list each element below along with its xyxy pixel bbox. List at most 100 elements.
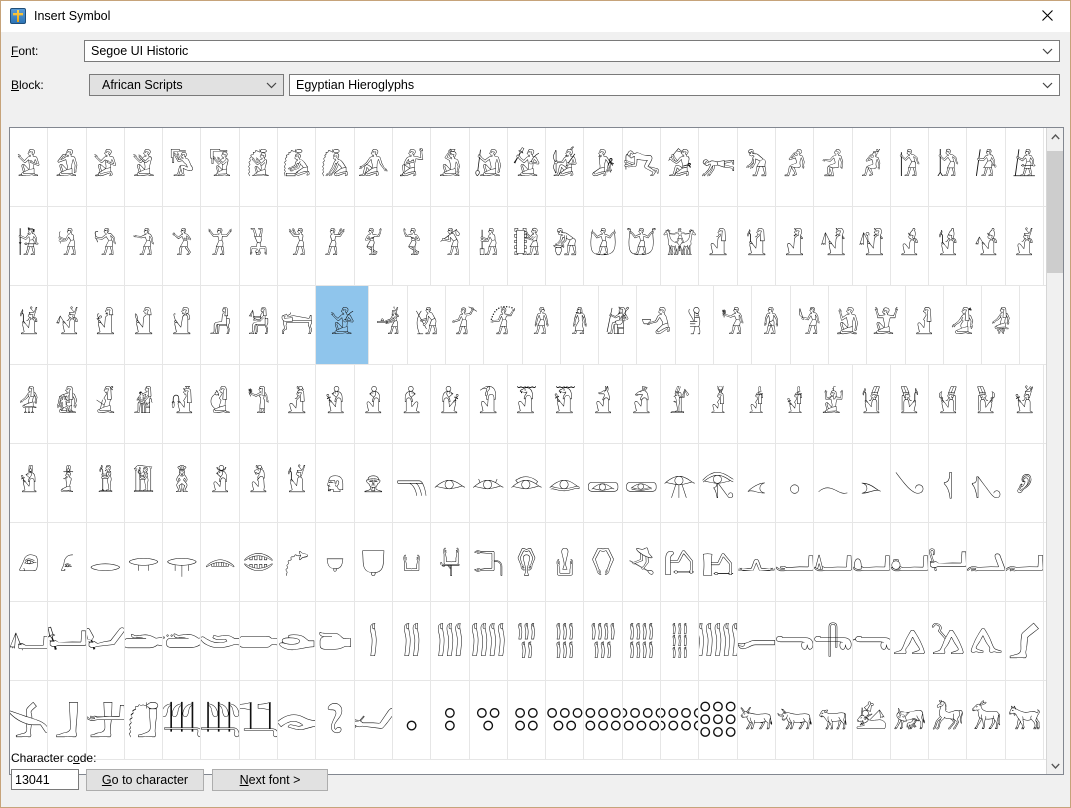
symbol-cell[interactable]: 𓀞 — [125, 207, 163, 285]
symbol-cell[interactable]: 𓀓 — [738, 128, 776, 206]
symbol-cell[interactable]: 𓀆 — [240, 128, 278, 206]
symbol-cell[interactable]: 𓂚 — [661, 523, 699, 601]
symbol-cell[interactable]: 𓀚 — [1006, 128, 1044, 206]
symbol-cell[interactable]: 𓁤 — [661, 365, 699, 443]
symbol-cell[interactable]: 𓂵 — [661, 602, 699, 680]
symbol-cell[interactable]: 𓀺 — [163, 286, 201, 364]
symbol-cell[interactable]: 𓂋 — [87, 523, 125, 601]
symbol-cell[interactable]: 𓀪 — [584, 207, 622, 285]
symbol-cell[interactable]: 𓂓 — [393, 523, 431, 601]
symbol-cell[interactable]: 𓁑 — [944, 286, 982, 364]
symbol-cell[interactable]: 𓀡 — [240, 207, 278, 285]
symbol-cell[interactable]: 𓁡 — [546, 365, 584, 443]
symbol-cell[interactable]: 𓀶 — [10, 286, 48, 364]
symbol-cell[interactable]: 𓀫 — [623, 207, 661, 285]
symbol-cell[interactable]: 𓁞 — [431, 365, 469, 443]
symbol-cell[interactable]: 𓂍 — [163, 523, 201, 601]
symbol-cell[interactable]: 𓀸 — [87, 286, 125, 364]
close-button[interactable] — [1024, 1, 1070, 30]
symbol-cell[interactable]: 𓂦 — [87, 602, 125, 680]
symbol-cell[interactable]: 𓀹 — [125, 286, 163, 364]
symbol-cell[interactable]: 𓁬 — [967, 365, 1005, 443]
symbol-cell[interactable]: 𓀗 — [891, 128, 929, 206]
symbol-cell[interactable]: 𓀈 — [316, 128, 354, 206]
symbol-cell[interactable]: 𓁝 — [393, 365, 431, 443]
symbol-cell[interactable]: 𓁜 — [355, 365, 393, 443]
symbol-cell[interactable]: 𓀑 — [661, 128, 699, 206]
symbol-cell[interactable]: 𓀧 — [470, 207, 508, 285]
symbol-cell[interactable]: 𓂣 — [1006, 523, 1044, 601]
symbol-cell[interactable]: 𓀐 — [623, 128, 661, 206]
symbol-cell[interactable]: 𓂖 — [508, 523, 546, 601]
symbol-cell[interactable]: 𓁱 — [125, 444, 163, 522]
symbol-cell[interactable]: 𓁕 — [87, 365, 125, 443]
symbol-cell[interactable]: 𓂢 — [967, 523, 1005, 601]
symbol-cell[interactable]: 𓂾 — [1006, 602, 1044, 680]
symbol-cell[interactable]: 𓁢 — [584, 365, 622, 443]
symbol-cell[interactable]: 𓂞 — [814, 523, 852, 601]
symbol-cell-selected[interactable]: 𓁁 — [316, 286, 369, 364]
symbol-cell[interactable]: 𓁓 — [10, 365, 48, 443]
symbol-cell[interactable]: 𓂫 — [278, 602, 316, 680]
symbol-cell[interactable]: 𓂆 — [929, 444, 967, 522]
symbol-cell[interactable]: 𓂧 — [125, 602, 163, 680]
symbol-cell[interactable]: 𓂑 — [316, 523, 354, 601]
symbol-cell[interactable]: 𓁀 — [278, 286, 316, 364]
symbol-cell[interactable]: 𓁴 — [240, 444, 278, 522]
symbol-cell[interactable]: 𓂐 — [278, 523, 316, 601]
symbol-cell[interactable]: 𓀄 — [163, 128, 201, 206]
symbol-cell[interactable]: 𓂉 — [10, 523, 48, 601]
symbol-cell[interactable]: 𓀱 — [853, 207, 891, 285]
symbol-cell[interactable]: 𓂻 — [891, 602, 929, 680]
symbol-cell[interactable]: 𓂨 — [163, 602, 201, 680]
symbol-cell[interactable]: 𓁈 — [599, 286, 637, 364]
symbol-cell[interactable]: 𓀴 — [967, 207, 1005, 285]
symbol-cell[interactable]: 𓂎 — [201, 523, 239, 601]
symbol-cell[interactable]: 𓁾 — [623, 444, 661, 522]
symbol-cell[interactable]: 𓁃 — [408, 286, 446, 364]
symbol-cell[interactable]: 𓂜 — [738, 523, 776, 601]
block-combobox[interactable]: African Scripts — [89, 74, 284, 96]
symbol-cell[interactable]: 𓁋 — [714, 286, 752, 364]
symbol-cell[interactable]: 𓂠 — [891, 523, 929, 601]
symbol-cell[interactable]: 𓂭 — [355, 602, 393, 680]
symbol-grid[interactable]: 𓀀𓀁𓀂𓀃𓀄𓀅𓀆𓀇𓀈𓀉𓀊𓀋𓀌𓀍𓀎𓀏𓀐𓀑𓀒𓀓𓀔𓀕𓀖𓀗𓀘𓀙𓀚𓀛𓀜𓀝𓀞𓀟𓀠𓀡𓀢𓀣𓀤𓀥𓀦𓀧… — [10, 128, 1046, 774]
symbol-cell[interactable]: 𓁷 — [355, 444, 393, 522]
symbol-cell[interactable]: 𓁲 — [163, 444, 201, 522]
symbol-cell[interactable]: 𓁅 — [484, 286, 522, 364]
symbol-cell[interactable]: 𓂲 — [546, 602, 584, 680]
symbol-cell[interactable]: 𓀍 — [508, 128, 546, 206]
symbol-cell[interactable]: 𓁖 — [125, 365, 163, 443]
symbol-cell[interactable]: 𓂡 — [929, 523, 967, 601]
symbol-cell[interactable]: 𓀁 — [48, 128, 86, 206]
symbol-cell[interactable]: 𓁉 — [637, 286, 675, 364]
symbol-cell[interactable]: 𓂝 — [776, 523, 814, 601]
chevron-down-icon[interactable] — [262, 75, 280, 95]
symbol-cell[interactable]: 𓂤 — [10, 602, 48, 680]
symbol-cell[interactable]: 𓂳 — [584, 602, 622, 680]
symbol-cell[interactable]: 𓁦 — [738, 365, 776, 443]
symbol-cell[interactable]: 𓁗 — [163, 365, 201, 443]
symbol-cell[interactable]: 𓀬 — [661, 207, 699, 285]
symbol-cell[interactable]: 𓀅 — [201, 128, 239, 206]
symbol-cell[interactable]: 𓀘 — [929, 128, 967, 206]
symbol-cell[interactable]: 𓁛 — [316, 365, 354, 443]
symbol-cell[interactable]: 𓁿 — [661, 444, 699, 522]
symbol-cell[interactable]: 𓁟 — [470, 365, 508, 443]
symbol-cell[interactable]: 𓀼 — [240, 286, 278, 364]
symbol-cell[interactable]: 𓂅 — [891, 444, 929, 522]
symbol-cell[interactable]: 𓂙 — [623, 523, 661, 601]
symbol-cell[interactable]: 𓀒 — [699, 128, 737, 206]
symbol-cell[interactable]: 𓀌 — [470, 128, 508, 206]
symbol-cell[interactable]: 𓁊 — [676, 286, 714, 364]
font-combobox[interactable]: Segoe UI Historic — [84, 40, 1060, 62]
symbol-cell[interactable]: 𓁎 — [829, 286, 867, 364]
symbol-cell[interactable]: 𓂪 — [240, 602, 278, 680]
symbol-cell[interactable]: 𓁠 — [508, 365, 546, 443]
symbol-cell[interactable]: 𓀕 — [814, 128, 852, 206]
symbol-cell[interactable]: 𓁔 — [48, 365, 86, 443]
vertical-scrollbar[interactable] — [1046, 128, 1063, 774]
character-code-input[interactable] — [11, 769, 79, 790]
symbol-cell[interactable]: 𓂱 — [508, 602, 546, 680]
symbol-cell[interactable]: 𓂁 — [738, 444, 776, 522]
